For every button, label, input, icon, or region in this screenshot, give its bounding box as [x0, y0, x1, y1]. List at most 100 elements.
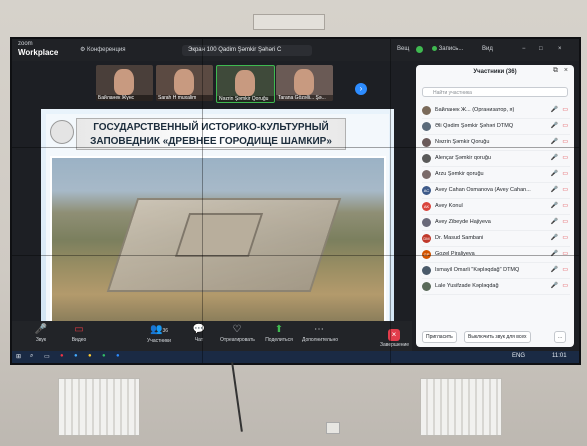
language-indicator[interactable]: ENG: [512, 353, 525, 359]
camera-off-icon[interactable]: ▭: [562, 266, 568, 273]
participant-name: Avey Konul: [435, 203, 463, 209]
zoom-app-icon[interactable]: ●: [116, 353, 120, 359]
microphone-icon: 🎤: [34, 324, 48, 335]
participant-search-input[interactable]: Найти участника: [422, 87, 568, 97]
participants-header: Участники (36): [473, 69, 517, 75]
search-icon[interactable]: ⌕: [30, 353, 33, 360]
participant-row[interactable]: Байланек Ж... (Организатор, я) 🎤 ▭: [422, 103, 570, 119]
mic-muted-icon[interactable]: 🎤: [551, 122, 558, 129]
thumbnail-name: Tarana Gözəlli... Şə...: [276, 95, 333, 101]
more-button[interactable]: ⋯ Дополнительно: [302, 323, 338, 344]
thumbnail-name: Sarah H muxalim: [156, 95, 213, 101]
app-icon[interactable]: ●: [60, 353, 64, 359]
mic-muted-icon[interactable]: 🎤: [551, 266, 558, 273]
camera-off-icon[interactable]: ▭: [562, 234, 568, 241]
participant-face: [294, 69, 314, 95]
participant-thumbnail[interactable]: Sarah H muxalim: [156, 65, 213, 101]
invite-button[interactable]: Пригласить: [422, 331, 457, 343]
next-arrow-icon[interactable]: ›: [355, 83, 367, 95]
app-icon[interactable]: ●: [74, 353, 78, 359]
share-icon: ⬆: [274, 324, 284, 335]
participant-name: Arzu Şəmkir qoruğu: [435, 171, 484, 177]
popout-icon[interactable]: ⧉: [553, 67, 558, 75]
participant-thumbnail[interactable]: Nəzrin Şəmkir Qoruğu: [216, 65, 275, 103]
react-button[interactable]: ♡ Отреагировать: [220, 323, 255, 344]
participant-thumbnail[interactable]: Байланек Жүнс: [96, 65, 153, 101]
participant-name: Avey Zibeyde Hajiyeva: [435, 219, 491, 225]
participant-name: Nəzrin Şəmkir Qoruğu: [435, 139, 490, 145]
minimize-button[interactable]: −: [522, 46, 526, 52]
participant-row[interactable]: DM Dr. Masud Sambani 🎤 ▭: [422, 231, 570, 247]
participant-row[interactable]: Əli Qədim Şəmkir Şəhəri DTMQ 🎤 ▭: [422, 119, 570, 135]
view-button[interactable]: Вид: [482, 46, 493, 52]
windows-start-icon[interactable]: ⊞: [16, 353, 21, 360]
camera-off-icon[interactable]: ▭: [562, 122, 568, 129]
participant-row[interactable]: Ismayil Omarli "Kəpləqdağ" DTMQ 🎤 ▭: [422, 263, 570, 279]
participants-button[interactable]: 👥36 Участники: [142, 323, 176, 345]
participant-thumbnail[interactable]: Tarana Gözəlli... Şə...: [276, 65, 333, 101]
heart-icon: ♡: [232, 324, 242, 335]
camera-off-icon[interactable]: ▭: [562, 154, 568, 161]
participant-row[interactable]: Lale Yusifzade Kəpləqdağ 🎤 ▭: [422, 279, 570, 295]
participants-footer: Пригласить Выключить звук для всех ...: [422, 331, 572, 343]
chat-button[interactable]: 💬 Чат: [182, 323, 216, 344]
avatar: [422, 218, 431, 227]
participant-name: Əli Qədim Şəmkir Şəhəri DTMQ: [435, 123, 514, 129]
participant-row[interactable]: AK Avey Konul 🎤 ▭: [422, 199, 570, 215]
shield-icon: [416, 46, 423, 53]
view-status: Вещ: [397, 46, 410, 52]
avatar: [422, 170, 431, 179]
camera-off-icon[interactable]: ▭: [562, 282, 568, 289]
participant-face: [174, 69, 194, 95]
audio-button[interactable]: 🎤 Звук: [24, 323, 58, 344]
mic-muted-icon[interactable]: 🎤: [551, 218, 558, 225]
screen-seam: [12, 147, 579, 148]
mic-muted-icon[interactable]: 🎤: [551, 138, 558, 145]
mic-muted-icon[interactable]: 🎤: [551, 234, 558, 241]
radiator: [58, 378, 140, 436]
fortress-aerial-photo: [50, 156, 386, 342]
conference-tab[interactable]: ⚙ Конференция: [80, 46, 126, 53]
share-button[interactable]: ⬆ Поделиться: [262, 323, 296, 344]
thumbnail-name: Nəzrin Şəmkir Qoruğu: [217, 96, 274, 102]
mic-muted-icon[interactable]: 🎤: [551, 106, 558, 113]
participant-row[interactable]: AC Avey Cahan Osmanova (Avey Cahan... 🎤 ▭: [422, 183, 570, 199]
close-icon[interactable]: ×: [564, 67, 568, 74]
camera-off-icon[interactable]: ▭: [562, 186, 568, 193]
mic-muted-icon[interactable]: 🎤: [551, 154, 558, 161]
close-button[interactable]: ×: [558, 46, 562, 52]
task-view-icon[interactable]: ▭: [44, 353, 50, 360]
camera-off-icon[interactable]: ▭: [562, 170, 568, 177]
zoom-logo: zoom: [18, 41, 33, 47]
camera-off-icon[interactable]: ▭: [562, 202, 568, 209]
camera-off-icon[interactable]: ▭: [562, 138, 568, 145]
participant-row[interactable]: Arzu Şəmkir qoruğu 🎤 ▭: [422, 167, 570, 183]
record-button[interactable]: Запись...: [432, 46, 463, 52]
mic-muted-icon[interactable]: 🎤: [551, 282, 558, 289]
mic-muted-icon[interactable]: 🎤: [551, 186, 558, 193]
avatar: [422, 154, 431, 163]
app-icon[interactable]: ●: [88, 353, 92, 359]
avatar: AC: [422, 186, 431, 195]
wall-outlet: [326, 422, 340, 434]
participant-row[interactable]: Avey Zibeyde Hajiyeva 🎤 ▭: [422, 215, 570, 231]
camera-off-icon[interactable]: ▭: [562, 106, 568, 113]
participant-list: Байланек Ж... (Организатор, я) 🎤 ▭ Əli Qədi…: [422, 103, 570, 295]
mic-muted-icon[interactable]: 🎤: [551, 202, 558, 209]
camera-off-icon[interactable]: ▭: [562, 218, 568, 225]
more-options-button[interactable]: ...: [554, 331, 567, 343]
video-button[interactable]: ▭ Видео: [62, 323, 96, 344]
maximize-button[interactable]: □: [539, 46, 543, 52]
workplace-label: Workplace: [18, 48, 59, 57]
screen-seam: [202, 39, 203, 363]
participant-row[interactable]: Alençar Şəmkir qoruğu 🎤 ▭: [422, 151, 570, 167]
app-icon[interactable]: ●: [102, 353, 106, 359]
end-button[interactable]: × Завершение: [380, 324, 409, 348]
participant-name: Lale Yusifzade Kəpləqdağ: [435, 283, 499, 289]
clock: 11:01: [552, 353, 567, 359]
mute-all-button[interactable]: Выключить звук для всех: [464, 331, 531, 343]
participant-row[interactable]: Nəzrin Şəmkir Qoruğu 🎤 ▭: [422, 135, 570, 151]
participant-name: Alençar Şəmkir qoruğu: [435, 155, 491, 161]
shared-slide: ГОСУДАРСТВЕННЫЙ ИСТОРИКО-КУЛЬТУРНЫЙ ЗАПО…: [41, 109, 394, 355]
mic-muted-icon[interactable]: 🎤: [551, 170, 558, 177]
